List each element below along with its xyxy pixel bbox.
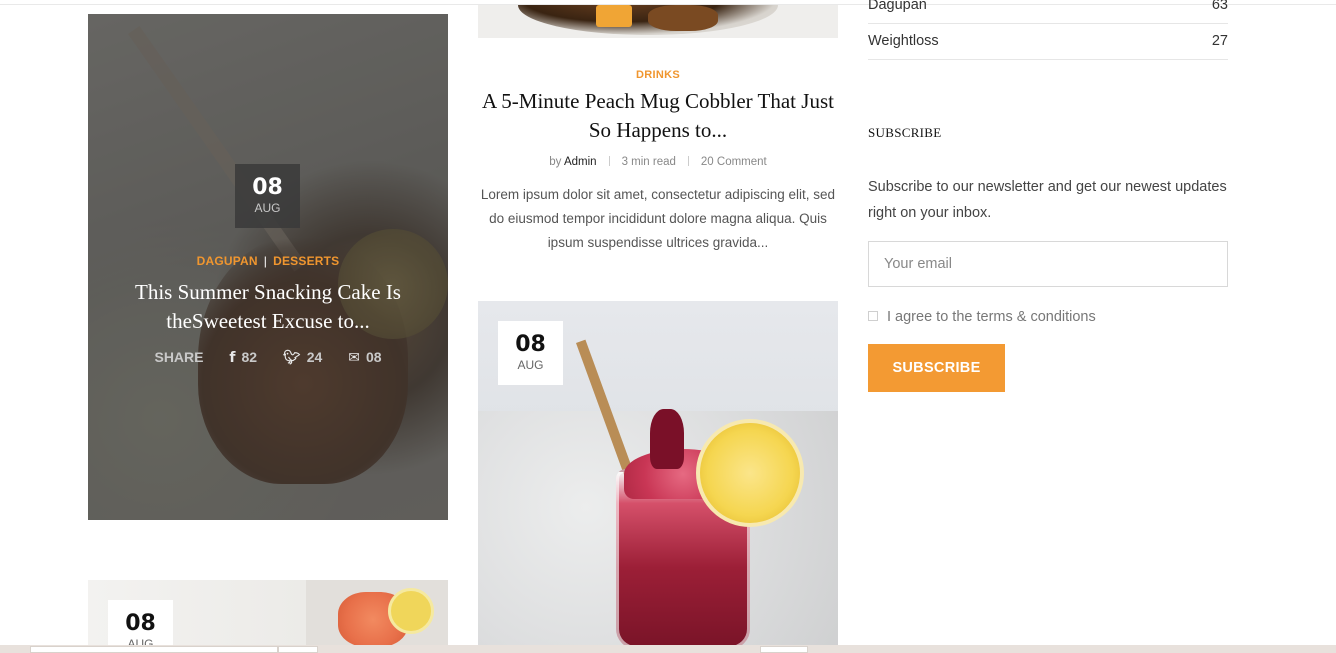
twitter-icon: 🐦︎	[282, 350, 301, 366]
by-label: by	[549, 156, 562, 168]
post-meta: by Admin 3 min read 20 Comment	[478, 156, 838, 168]
terms-agreement[interactable]: I agree to the terms & conditions	[868, 309, 1096, 325]
facebook-share-button[interactable]: f 82	[229, 349, 257, 366]
category-link-dagupan[interactable]: DAGUPAN	[197, 254, 258, 268]
widget-title-text: SUBSCRIBE	[868, 125, 942, 140]
date-day: 08	[252, 175, 283, 200]
envelope-icon: ✉︎	[348, 350, 360, 366]
category-count: 63	[1211, 0, 1228, 13]
share-bar: SHARE f 82 🐦︎ 24 ✉︎ 08	[88, 349, 448, 366]
post-date-badge: 08 AUG	[235, 164, 300, 228]
category-link-desserts[interactable]: DESSERTS	[273, 254, 339, 268]
post-title[interactable]: A 5-Minute Peach Mug Cobbler That Just S…	[478, 87, 838, 145]
comments-link[interactable]: 20 Comment	[701, 156, 767, 168]
meta-divider	[608, 156, 610, 166]
facebook-count: 82	[241, 349, 258, 365]
featured-post-card[interactable]: 08 AUG DAGUPAN | DESSERTS This Summer Snac…	[88, 14, 448, 520]
category-name: Dagupan	[868, 0, 927, 13]
toolbar-segment	[30, 646, 278, 653]
meta-divider	[687, 156, 689, 166]
post-image-top[interactable]	[478, 5, 838, 38]
hibiscus-graphic	[650, 409, 684, 469]
email-share-button[interactable]: ✉︎ 08	[348, 349, 381, 366]
lemon-slice-graphic	[696, 419, 804, 527]
post-card-image[interactable]: 08 AUG	[88, 580, 448, 650]
sidebar-category-item[interactable]: Dagupan 63	[868, 0, 1228, 24]
subscribe-button[interactable]: SUBSCRIBE	[868, 344, 1005, 392]
email-count: 08	[365, 349, 382, 365]
sidebar-category-item[interactable]: Weightloss 27	[868, 24, 1228, 60]
bottom-toolbar	[0, 645, 1336, 653]
share-label: SHARE	[154, 349, 204, 365]
post-excerpt: Lorem ipsum dolor sit amet, consectetur …	[480, 187, 836, 250]
terms-checkbox[interactable]	[868, 311, 878, 321]
category-separator: |	[263, 254, 268, 268]
twitter-share-button[interactable]: 🐦︎ 24	[283, 349, 322, 366]
featured-post-title[interactable]: This Summer Snacking Cake Is theSweetest…	[108, 278, 428, 336]
date-month: AUG	[254, 201, 281, 215]
post-category-drinks[interactable]: DRINKS	[478, 69, 838, 81]
category-count: 27	[1211, 33, 1228, 49]
post-categories: DAGUPAN | DESSERTS	[88, 254, 448, 268]
meat-graphic	[648, 5, 718, 31]
toolbar-segment	[760, 646, 808, 653]
terms-label: I agree to the terms & conditions	[887, 309, 1096, 325]
cheese-graphic	[596, 5, 632, 27]
date-day: 08	[125, 611, 156, 636]
subscribe-description: Subscribe to our newsletter and get our …	[868, 179, 1227, 221]
facebook-icon: f	[229, 350, 236, 366]
post-image-drink[interactable]: 08 AUG	[478, 301, 838, 645]
author-link[interactable]: Admin	[564, 156, 597, 168]
toolbar-segment	[278, 646, 318, 653]
lemon-graphic	[388, 588, 434, 634]
email-field[interactable]	[868, 241, 1228, 287]
read-time: 3 min read	[621, 156, 676, 168]
post-date-badge: 08 AUG	[108, 600, 173, 650]
date-day: 08	[515, 332, 546, 357]
date-month: AUG	[517, 358, 544, 372]
category-name: Weightloss	[868, 33, 939, 49]
twitter-count: 24	[306, 349, 323, 365]
subscribe-widget-title: SUBSCRIBE	[868, 125, 942, 142]
post-date-badge: 08 AUG	[498, 321, 563, 385]
